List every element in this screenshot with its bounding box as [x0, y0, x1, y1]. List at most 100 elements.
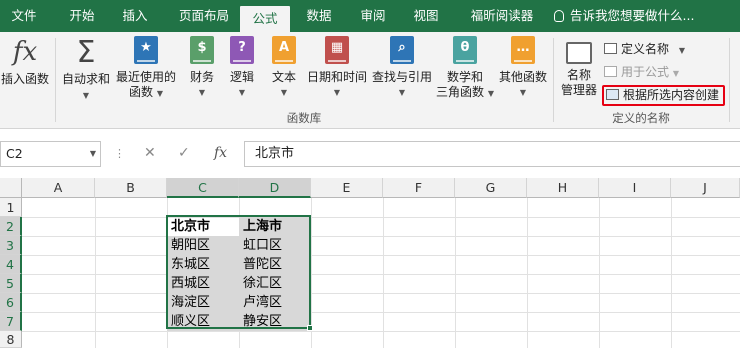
recently-used-button[interactable]: ★ 最近使用的 函数 ▼	[114, 36, 178, 101]
enter-check-icon[interactable]: ✓	[178, 145, 190, 161]
tab-insert[interactable]: 插入	[112, 0, 158, 32]
star-book-icon: ★	[134, 36, 158, 64]
chevron-down-icon: ▼	[519, 88, 527, 97]
tell-me-text: 告诉我您想要做什么...	[570, 8, 695, 23]
row-header-6[interactable]: 6	[0, 293, 22, 312]
tab-view[interactable]: 视图	[405, 0, 447, 32]
tab-formulas[interactable]: 公式	[240, 6, 290, 32]
column-header-e[interactable]: E	[311, 178, 383, 198]
gridline	[22, 293, 740, 294]
gridline	[22, 255, 740, 256]
dots-book-icon: …	[511, 36, 535, 64]
insert-function-icon[interactable]: fx	[214, 145, 227, 161]
fill-handle[interactable]	[307, 325, 313, 331]
tell-me-search[interactable]: 告诉我您想要做什么...	[554, 0, 694, 32]
tab-review[interactable]: 审阅	[352, 0, 394, 32]
column-header-f[interactable]: F	[383, 178, 455, 198]
gridline	[22, 236, 740, 237]
chevron-down-icon: ▼	[156, 89, 163, 98]
define-name-button[interactable]: 定义名称 ▼	[604, 40, 685, 58]
gridline	[671, 198, 672, 348]
financial-button[interactable]: $ 财务 ▼	[182, 36, 222, 100]
highlight-box	[602, 85, 725, 106]
use-in-formula-label: 用于公式	[621, 65, 670, 79]
row-header-8[interactable]: 8	[0, 331, 22, 348]
tab-file[interactable]: 文件	[0, 0, 48, 32]
math-trig-button[interactable]: θ 数学和 三角函数 ▼	[434, 36, 496, 101]
gridline	[599, 198, 600, 348]
recently-used-label-2: 函数	[129, 85, 154, 99]
name-manager-label-1: 名称	[566, 68, 591, 82]
gridline	[95, 198, 96, 348]
row-header-5[interactable]: 5	[0, 274, 22, 293]
cancel-icon[interactable]: ✕	[144, 145, 156, 161]
magnifier-book-icon: ⌕	[390, 36, 414, 64]
tab-page-layout[interactable]: 页面布局	[168, 0, 240, 32]
group-separator	[553, 38, 554, 122]
select-all-corner[interactable]	[0, 178, 22, 198]
chevron-down-icon[interactable]: ▼	[90, 142, 96, 166]
more-functions-label: 其他函数	[498, 70, 547, 84]
group-separator	[729, 38, 730, 122]
column-header-d[interactable]: D	[239, 178, 311, 198]
insert-function-label: 插入函数	[0, 72, 49, 86]
autosum-button[interactable]: Σ 自动求和 ▼	[58, 36, 114, 103]
text-button[interactable]: A 文本 ▼	[264, 36, 304, 100]
formula-input[interactable]: 北京市	[244, 141, 740, 167]
theta-book-icon: θ	[453, 36, 477, 64]
use-in-formula-button[interactable]: 用于公式 ▼	[604, 63, 679, 81]
logical-button[interactable]: ? 逻辑 ▼	[224, 36, 260, 100]
ribbon-tab-bar: 文件 开始 插入 页面布局 公式 数据 审阅 视图 福昕阅读器 告诉我您想要做什…	[0, 0, 740, 32]
gridline	[383, 198, 384, 348]
group-label-defined-names: 定义的名称	[612, 111, 670, 125]
more-functions-button[interactable]: … 其他函数 ▼	[496, 36, 550, 100]
chevron-down-icon: ▼	[487, 89, 494, 98]
sigma-icon: Σ	[76, 35, 96, 70]
selection-border	[166, 215, 311, 329]
use-in-formula-icon	[604, 66, 617, 77]
more-dots-icon: ⋮	[114, 147, 125, 160]
gridline	[22, 217, 740, 218]
chevron-down-icon: ▼	[678, 46, 685, 55]
name-box-value: C2	[6, 146, 23, 161]
row-header-3[interactable]: 3	[0, 236, 22, 255]
column-header-j[interactable]: J	[671, 178, 740, 198]
formula-controls: ⋮ ✕ ✓ fx	[104, 141, 244, 167]
define-name-label: 定义名称	[621, 42, 670, 56]
tab-data[interactable]: 数据	[298, 0, 340, 32]
column-header-b[interactable]: B	[95, 178, 167, 198]
tab-foxit-reader[interactable]: 福昕阅读器	[460, 0, 544, 32]
group-label-function-library: 函数库	[286, 111, 322, 125]
row-header-7[interactable]: 7	[0, 312, 22, 331]
lightbulb-icon	[554, 10, 564, 22]
coins-book-icon: $	[190, 36, 214, 64]
tab-home[interactable]: 开始	[56, 0, 108, 32]
insert-function-button[interactable]: fx 插入函数	[0, 36, 50, 87]
math-trig-label-1: 数学和	[446, 70, 483, 84]
column-header-c[interactable]: C	[167, 178, 239, 198]
chevron-down-icon: ▼	[238, 88, 246, 97]
chevron-down-icon: ▼	[398, 88, 406, 97]
logical-label: 逻辑	[229, 70, 254, 84]
lookup-reference-label: 查找与引用	[371, 70, 432, 84]
date-time-button[interactable]: ▦ 日期和时间 ▼	[304, 36, 370, 100]
name-box[interactable]: C2 ▼	[0, 141, 101, 167]
row-header-2[interactable]: 2	[0, 217, 22, 236]
row-header-1[interactable]: 1	[0, 198, 22, 217]
tag-icon	[566, 42, 592, 64]
recently-used-label-1: 最近使用的	[115, 70, 176, 84]
gridline	[22, 312, 740, 313]
column-header-h[interactable]: H	[527, 178, 599, 198]
column-header-a[interactable]: A	[22, 178, 95, 198]
calendar-book-icon: ▦	[325, 36, 349, 64]
column-header-g[interactable]: G	[455, 178, 527, 198]
row-header-4[interactable]: 4	[0, 255, 22, 274]
worksheet-grid: A B C D E F G H I J 1 2 3 4 5 6 7 8 北京市 …	[0, 178, 740, 348]
autosum-label: 自动求和	[61, 72, 110, 86]
column-header-i[interactable]: I	[599, 178, 671, 198]
chevron-down-icon: ▼	[198, 88, 206, 97]
lookup-reference-button[interactable]: ⌕ 查找与引用 ▼	[370, 36, 434, 100]
name-manager-button[interactable]: 名称 管理器	[556, 36, 602, 98]
ribbon-formulas: fx 插入函数 Σ 自动求和 ▼ ★ 最近使用的 函数 ▼ $ 财务 ▼ ? 逻…	[0, 32, 740, 129]
question-book-icon: ?	[230, 36, 254, 64]
